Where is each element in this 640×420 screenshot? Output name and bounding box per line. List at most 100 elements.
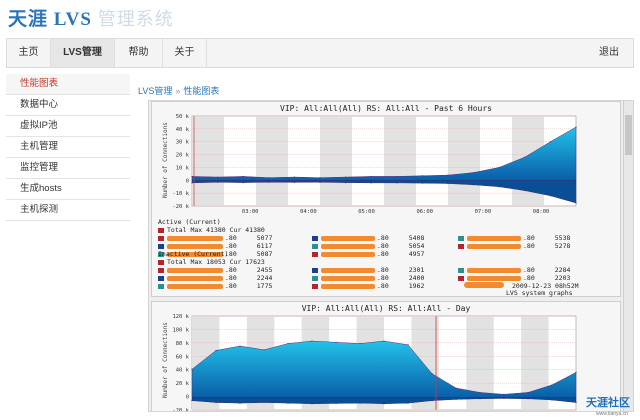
graph1-active-total: Total Max 41380 Cur 41380 [158,226,265,234]
redaction-mark [467,243,521,249]
y-tick-label: 40 k [176,368,190,374]
inactive-point [447,182,449,185]
inactive-point [421,182,423,184]
inactive-point [527,398,529,400]
legend-entry: .80 5408 [312,234,424,242]
active-point [242,175,244,178]
watermark-url: www.tianya.cn [596,411,628,417]
active-point [407,344,409,346]
x-tick-label: 06:00 [416,209,433,215]
redaction-mark [467,267,521,273]
active-point [311,340,313,342]
active-point [287,342,289,345]
sidebar-item-host-probe[interactable]: 主机探测 [6,200,130,221]
inactive-point [359,402,361,404]
top-navbar: 主页 LVS管理 帮助 关于 退出 [6,38,634,68]
y-tick-label: 40 k [176,127,190,133]
breadcrumb-separator: » [175,86,181,96]
logout-link[interactable]: 退出 [599,39,619,67]
y-tick-label: 0 [186,178,189,184]
active-point [524,156,526,158]
y-tick-label: -10 k [172,191,189,197]
app-title-brand: 天涯 LVS [8,9,92,30]
sidebar-item-monitor-management[interactable]: 监控管理 [6,158,130,179]
legend-entry: .80 6117 [158,242,272,250]
graph-frame-scrollbar[interactable] [623,101,633,411]
inactive-point [287,402,289,404]
inactive-point [319,181,321,183]
inactive-point [268,181,270,183]
tianya-watermark-logo: 天涯社区 www.tianya.cn [564,394,636,418]
redaction-mark [321,235,375,241]
inactive-point [191,182,193,184]
x-tick-label: 08:00 [533,209,550,215]
redaction-mark [167,275,223,281]
inactive-point [575,202,577,204]
redaction-mark [167,283,223,289]
sidebar-item-host-management[interactable]: 主机管理 [6,137,130,158]
watermark-text: 天涯社区 [586,397,630,409]
y-tick-label: 10 k [176,165,190,171]
app-title-suffix: 管理系统 [97,9,174,29]
active-point [359,342,361,345]
inactive-point [431,400,433,402]
active-point [447,174,449,176]
active-point [319,177,321,179]
legend-entry: .80 2400 [312,274,424,282]
legend-entry: .80 5077 [158,234,272,242]
legend-entry: .80 1962 [312,282,424,290]
inactive-point [551,399,553,401]
active-point [551,384,553,386]
active-point [293,176,295,178]
inactive-point [503,397,505,400]
scrollbar-thumb[interactable] [625,115,632,155]
breadcrumb: LVS管理» 性能图表 [138,84,219,97]
graph-frame: VIP: All:All(All) RS: All:All - Past 6 H… [148,100,634,412]
redaction-mark [321,275,375,281]
legend-entry: .80 1775 [158,282,272,290]
nav-lvs-management[interactable]: LVS管理 [51,39,115,67]
graph1-active-header: Active (Current) [158,218,221,226]
inactive-point [396,182,398,184]
sidebar-item-data-center[interactable]: 数据中心 [6,95,130,116]
nav-help[interactable]: 帮助 [115,39,163,67]
app-title: 天涯 LVS 管理系统 [8,4,174,31]
grid-stripe [320,116,352,206]
graph2-plot: 120 k 100 k 80 k 60 k 40 k 20 k 0 -20 k [172,314,577,411]
legend-entry: .80 2203 [458,274,570,282]
y-tick-label: 80 k [176,341,190,347]
legend-entry: .80 4957 [312,250,424,258]
breadcrumb-parent-link[interactable]: LVS管理 [138,86,172,96]
active-point [503,393,505,395]
sidebar-item-performance-charts[interactable]: 性能图表 [6,74,130,95]
legend-entry: .80 5054 [312,242,424,250]
y-tick-label: 120 k [172,314,189,320]
nav-about[interactable]: 关于 [163,39,207,67]
active-point [263,349,265,351]
sidebar-item-virtual-ip-pool[interactable]: 虚拟IP池 [6,116,130,137]
redaction-mark [321,251,375,257]
active-point [575,126,577,128]
nav-home[interactable]: 主页 [7,39,51,67]
active-point [479,391,481,394]
y-tick-label: 0 [186,395,189,401]
legend-entry: .80 2284 [458,266,570,274]
inactive-point [191,400,193,402]
inactive-point [383,403,385,405]
inactive-point [242,182,244,184]
x-tick-label: 07:00 [475,209,492,215]
active-point [345,176,347,178]
active-point [396,175,398,178]
inactive-point [215,401,217,404]
y-tick-label: 60 k [176,354,190,360]
inactive-point [239,402,241,404]
inactive-point [549,195,551,197]
legend-entry: .80 5278 [458,242,570,250]
active-point [527,391,529,394]
graph1-inactive-header: Inactive (Current) [158,250,229,258]
inactive-point [345,182,347,184]
sidebar-item-generate-hosts[interactable]: 生成hosts [6,179,130,200]
inactive-point [498,186,500,188]
graph1-inactive-total: Total Max 18053 Cur 17623 [158,258,265,266]
y-tick-label: 30 k [176,140,190,146]
